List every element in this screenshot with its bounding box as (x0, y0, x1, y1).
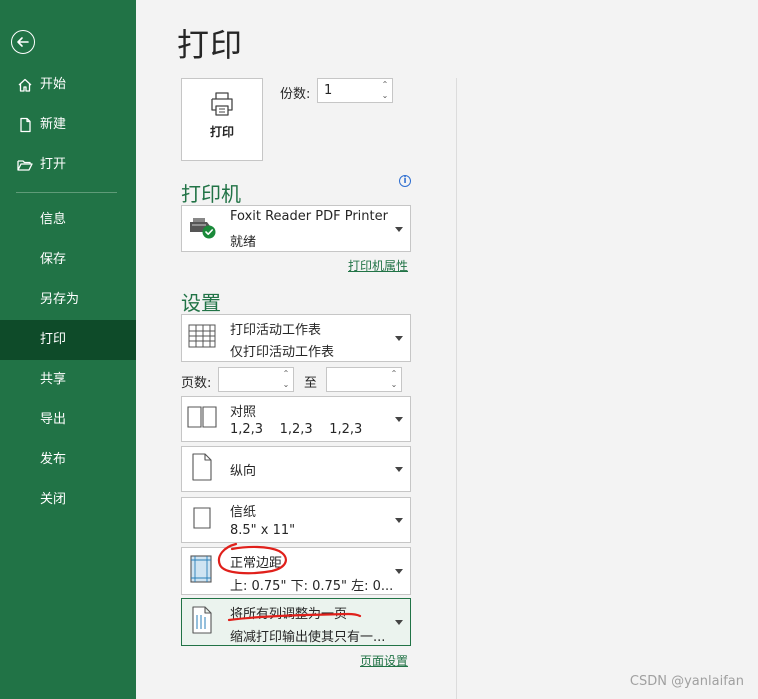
sidebar-item-label: 保存 (40, 252, 67, 267)
copies-stepper[interactable]: 1 ⌃ ⌄ (317, 78, 393, 103)
print-scope-title: 打印活动工作表 (230, 323, 322, 338)
copies-value: 1 (324, 83, 333, 98)
orientation-title: 纵向 (230, 464, 257, 479)
fit-columns-icon (187, 605, 217, 639)
sidebar-item-home[interactable]: 开始 (0, 65, 136, 105)
paper-sheet-icon (187, 505, 217, 535)
sidebar-item-print[interactable]: 打印 (0, 320, 136, 360)
paper-size-subtitle: 8.5" x 11" (230, 523, 296, 538)
home-icon (16, 76, 34, 94)
paper-size-title: 信纸 (230, 505, 257, 520)
collate-title: 对照 (230, 405, 257, 420)
sidebar-item-publish[interactable]: 发布 (0, 440, 136, 480)
printer-heading: 打印机 (181, 182, 241, 206)
printer-name: Foxit Reader PDF Printer (230, 209, 388, 224)
watermark: CSDN @yanlaifan (629, 674, 744, 689)
pages-to-label: 至 (304, 376, 318, 391)
scaling-dropdown[interactable]: 将所有列调整为一页 缩减打印输出使其只有一... (181, 598, 411, 646)
print-button[interactable]: 打印 (181, 78, 263, 161)
printer-status: 就绪 (230, 235, 257, 250)
collate-pages-icon (187, 405, 217, 433)
sidebar-item-close[interactable]: 关闭 (0, 480, 136, 520)
folder-open-icon (16, 156, 34, 174)
margins-dropdown[interactable]: 正常边距 上: 0.75" 下: 0.75" 左: 0... (181, 547, 411, 595)
copies-label: 份数: (280, 87, 311, 102)
chevron-down-icon[interactable]: ⌄ (282, 381, 290, 389)
printer-properties-link[interactable]: 打印机属性 (348, 257, 408, 274)
chevron-up-icon[interactable]: ⌃ (282, 370, 290, 378)
print-scope-dropdown[interactable]: 打印活动工作表 仅打印活动工作表 (181, 314, 411, 362)
back-arrow-icon[interactable] (11, 30, 35, 54)
sidebar-item-export[interactable]: 导出 (0, 400, 136, 440)
dropdown-arrow-icon (395, 417, 403, 422)
sidebar: 开始 新建 打开 信息 保存 另存为 打印 共享 导出 发布 关闭 (0, 0, 136, 699)
sidebar-item-open[interactable]: 打开 (0, 145, 136, 185)
dropdown-arrow-icon (395, 569, 403, 574)
sidebar-item-save-as[interactable]: 另存为 (0, 280, 136, 320)
dropdown-arrow-icon (395, 620, 403, 625)
info-icon[interactable]: i (399, 175, 411, 187)
dropdown-arrow-icon (395, 518, 403, 523)
sidebar-item-label: 关闭 (40, 492, 67, 507)
pages-label: 页数: (181, 376, 212, 391)
sidebar-item-label: 另存为 (40, 292, 80, 307)
pages-to-stepper[interactable]: ⌃ ⌄ (326, 367, 402, 392)
margins-subtitle: 上: 0.75" 下: 0.75" 左: 0... (230, 579, 394, 594)
sidebar-item-new[interactable]: 新建 (0, 105, 136, 145)
new-file-icon (16, 116, 34, 134)
sidebar-item-label: 新建 (40, 117, 67, 132)
sidebar-item-label: 导出 (40, 412, 67, 427)
printer-dropdown[interactable]: Foxit Reader PDF Printer 就绪 (181, 205, 411, 252)
paper-size-dropdown[interactable]: 信纸 8.5" x 11" (181, 497, 411, 543)
collate-dropdown[interactable]: 对照 1,2,3 1,2,3 1,2,3 (181, 396, 411, 442)
dropdown-arrow-icon (395, 336, 403, 341)
scaling-subtitle: 缩减打印输出使其只有一... (230, 630, 386, 645)
sidebar-item-info[interactable]: 信息 (0, 200, 136, 240)
collate-subtitle: 1,2,3 1,2,3 1,2,3 (230, 422, 363, 437)
sidebar-divider (16, 192, 117, 193)
print-scope-subtitle: 仅打印活动工作表 (230, 345, 335, 360)
dropdown-arrow-icon (395, 226, 403, 232)
chevron-down-icon[interactable]: ⌄ (381, 92, 389, 100)
sidebar-item-label: 开始 (40, 77, 67, 92)
chevron-up-icon[interactable]: ⌃ (390, 370, 398, 378)
portrait-page-icon (187, 452, 217, 486)
pages-from-stepper[interactable]: ⌃ ⌄ (218, 367, 294, 392)
dropdown-arrow-icon (395, 467, 403, 472)
margins-title: 正常边距 (230, 556, 283, 571)
printer-icon (211, 92, 233, 116)
scaling-title: 将所有列调整为一页 (230, 607, 348, 622)
print-button-label: 打印 (209, 125, 234, 139)
sidebar-item-save[interactable]: 保存 (0, 240, 136, 280)
sidebar-item-label: 信息 (40, 212, 67, 227)
chevron-up-icon[interactable]: ⌃ (381, 81, 389, 89)
sidebar-item-label: 打印 (40, 332, 67, 347)
page-title: 打印 (177, 26, 244, 64)
sidebar-item-label: 共享 (40, 372, 67, 387)
sidebar-item-label: 发布 (40, 452, 67, 467)
print-panel: 打印 打印 份数: 1 ⌃ ⌄ 打印机 i Foxit Reader PDF P… (136, 0, 758, 699)
sidebar-item-label: 打开 (40, 157, 67, 172)
settings-heading: 设置 (181, 291, 221, 315)
margins-icon (187, 554, 217, 588)
orientation-dropdown[interactable]: 纵向 (181, 446, 411, 492)
worksheet-grid-icon (187, 323, 217, 353)
printer-ready-icon (187, 214, 217, 244)
page-setup-link[interactable]: 页面设置 (360, 652, 408, 669)
sidebar-item-share[interactable]: 共享 (0, 360, 136, 400)
preview-divider (456, 78, 457, 699)
chevron-down-icon[interactable]: ⌄ (390, 381, 398, 389)
